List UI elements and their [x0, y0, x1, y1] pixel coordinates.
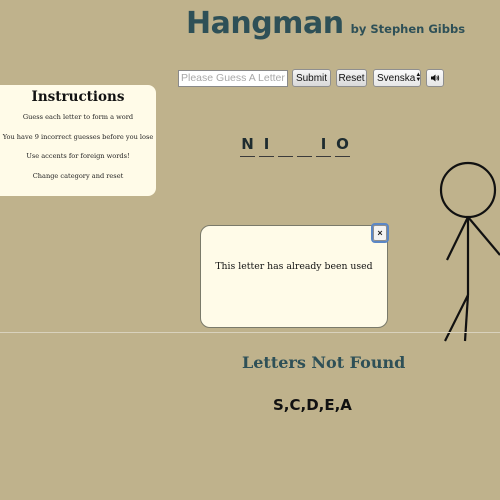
instructions-panel: Instructions Guess each letter to form a…: [0, 85, 156, 196]
reset-button[interactable]: Reset: [336, 69, 367, 87]
close-button[interactable]: ×: [371, 223, 389, 243]
author-byline: by Stephen Gibbs: [350, 22, 466, 36]
letter-slot: I: [259, 132, 274, 157]
alert-modal: This letter has already been used: [200, 225, 388, 328]
word-display: N I I O: [240, 132, 354, 157]
alert-message: This letter has already been used: [215, 261, 373, 272]
ground-divider: [0, 332, 500, 333]
header: Hangman by Stephen Gibbs: [186, 6, 465, 41]
letter-slot: [297, 132, 312, 157]
language-select[interactable]: Svenska ▲ ▼: [373, 69, 421, 87]
instruction-line: Guess each letter to form a word: [22, 113, 134, 121]
instructions-title: Instructions: [31, 89, 125, 105]
hangman-head: [439, 161, 497, 219]
hangman-left-arm: [446, 216, 469, 261]
sound-button[interactable]: [426, 69, 444, 87]
submit-button[interactable]: Submit: [292, 69, 331, 87]
letter-slot: N: [240, 132, 255, 157]
hangman-figure: [439, 161, 500, 342]
letter-slot: [278, 132, 293, 157]
chevron-updown-icon: ▲ ▼: [415, 72, 422, 83]
instruction-line: Change category and reset: [32, 171, 124, 180]
language-select-value: Svenska: [377, 72, 416, 84]
letter-slot: I: [316, 132, 331, 157]
letters-not-found-title: Letters Not Found: [242, 353, 406, 372]
speaker-icon: [431, 74, 440, 82]
letter-slot: O: [335, 132, 350, 157]
controls-bar: Submit Reset Svenska ▲▼: [178, 69, 444, 87]
game-page: Hangman by Stephen Gibbs Submit Reset Sv…: [0, 0, 500, 500]
guess-input[interactable]: [178, 69, 288, 87]
page-title: Hangman: [186, 6, 344, 41]
close-icon: ×: [377, 228, 383, 238]
hangman-right-arm: [467, 216, 500, 256]
instruction-line: Use accents for foreign words!: [26, 152, 130, 160]
instruction-line: You have 9 incorrect guesses before you …: [2, 132, 154, 141]
letters-not-found-list: S,C,D,E,A: [273, 396, 352, 414]
